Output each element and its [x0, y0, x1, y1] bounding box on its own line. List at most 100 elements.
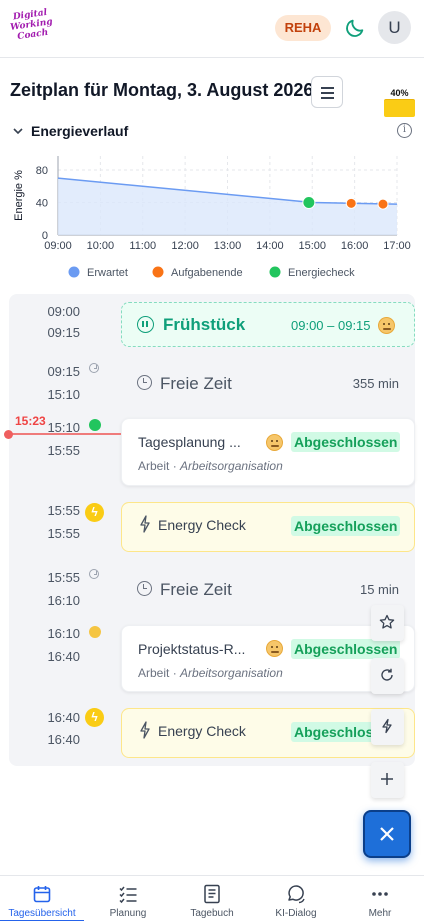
mood-emoji-icon[interactable]	[266, 434, 283, 451]
point-energiecheck	[302, 196, 316, 209]
app-logo[interactable]: Digital Working Coach	[8, 7, 57, 51]
nav-tagesuebersicht[interactable]: Tagesübersicht	[0, 876, 84, 921]
break-title: Frühstück	[163, 315, 246, 334]
break-card[interactable]: Frühstück 09:00 – 09:15	[121, 302, 415, 347]
status-badge: Abgeschlossen	[291, 639, 401, 659]
y-axis-label: Energie %	[13, 170, 25, 221]
row-start-time: 09:15	[47, 364, 80, 379]
row-end-time: 16:40	[47, 649, 80, 664]
bolt-icon	[140, 515, 150, 533]
refresh-icon	[381, 668, 393, 681]
nav-planung[interactable]: Planung	[86, 876, 170, 921]
legend-marker	[269, 266, 281, 278]
status-badge: Abgeschlossen	[291, 516, 401, 536]
y-tick-label: 0	[42, 230, 48, 242]
refresh-button[interactable]	[371, 658, 404, 694]
legend-label: Aufgabenende	[171, 267, 243, 279]
legend-label: Erwartet	[87, 267, 128, 279]
x-tick-label: 12:00	[171, 240, 199, 252]
reha-badge[interactable]: REHA	[275, 15, 331, 41]
close-fab-button[interactable]	[363, 810, 411, 858]
free-time-card[interactable]: Freie Zeit 15 min	[121, 568, 415, 610]
free-time-title: Freie Zeit	[160, 580, 232, 599]
break-time: 09:00 – 09:15	[291, 318, 371, 333]
nav-tagebuch[interactable]: Tagebuch	[170, 876, 254, 921]
battery-icon	[384, 99, 415, 117]
x-tick-label: 10:00	[87, 240, 115, 252]
moon-icon[interactable]	[344, 17, 366, 39]
close-icon	[380, 827, 394, 841]
menu-button[interactable]	[311, 76, 343, 108]
nav-mehr[interactable]: Mehr	[338, 876, 422, 921]
energy-check-title: Energy Check	[158, 723, 246, 739]
y-tick-label: 80	[36, 165, 48, 177]
favorite-button[interactable]	[371, 605, 404, 641]
mood-emoji-icon[interactable]	[266, 640, 283, 657]
pause-icon	[137, 316, 154, 333]
legend-marker	[152, 266, 164, 278]
task-title: Projektstatus-R...	[138, 641, 246, 657]
clock-icon	[137, 581, 152, 596]
nav-label: Tagesübersicht	[8, 908, 76, 919]
row-start-time: 09:00	[47, 304, 80, 319]
status-dot-yellow	[89, 626, 101, 638]
row-start-time: 15:55	[47, 503, 80, 518]
row-end-time: 15:10	[47, 387, 80, 402]
energy-check-card[interactable]: Energy Check Abgeschlossen	[121, 502, 415, 552]
checklist-icon	[119, 886, 137, 904]
status-dot-green	[89, 419, 101, 431]
row-start-time: 15:55	[47, 570, 80, 585]
nav-ki-dialog[interactable]: KI-Dialog	[254, 876, 338, 921]
row-start-time: 16:40	[47, 710, 80, 725]
top-bar: Digital Working Coach REHA U	[0, 0, 424, 58]
task-meta: Arbeit · Arbeitsorganisation	[138, 459, 283, 473]
battery-percent: 40%	[390, 88, 409, 98]
bolt-icon	[140, 721, 150, 739]
bolt-icon: ϟ	[85, 708, 104, 727]
now-label: 15:23	[15, 414, 46, 428]
chevron-down-icon[interactable]	[12, 125, 24, 137]
energy-section-label: Energieverlauf	[31, 123, 129, 139]
avatar[interactable]: U	[378, 11, 411, 44]
add-button[interactable]	[371, 762, 404, 798]
x-tick-label: 13:00	[214, 240, 242, 252]
mood-emoji-icon[interactable]	[378, 317, 395, 334]
legend-marker	[68, 266, 80, 278]
battery-indicator: 40%	[384, 88, 415, 117]
x-tick-label: 17:00	[383, 240, 411, 252]
status-badge: Abgeschlossen	[291, 432, 401, 452]
free-time-duration: 15 min	[359, 582, 399, 597]
energy-check-button[interactable]	[371, 709, 404, 745]
chat-icon	[288, 885, 305, 904]
task-card[interactable]: Tagesplanung ... Abgeschlossen Arbeit · …	[121, 418, 415, 486]
x-tick-label: 16:00	[341, 240, 369, 252]
free-time-title: Freie Zeit	[160, 374, 232, 393]
now-line	[9, 433, 121, 435]
nav-label: KI-Dialog	[275, 908, 317, 919]
star-icon	[379, 614, 395, 629]
row-end-time: 09:15	[47, 325, 80, 340]
task-subcategory: Arbeitsorganisation	[180, 459, 283, 473]
task-title: Tagesplanung ...	[138, 434, 241, 450]
free-time-card[interactable]: Freie Zeit 355 min	[121, 362, 415, 404]
energy-section-header[interactable]: Energieverlauf i	[12, 122, 412, 142]
task-category: Arbeit	[138, 459, 170, 473]
energy-chart-svg: 09:00 10:00 11:00 12:00 13:00 14:00 15:00 16:00…	[13, 156, 411, 279]
energy-chart: 09:00 10:00 11:00 12:00 13:00 14:00 15:00 16:00…	[0, 148, 424, 288]
clock-icon	[89, 363, 99, 373]
clock-icon	[89, 569, 99, 579]
free-time-duration: 355 min	[352, 376, 399, 391]
task-meta: Arbeit · Arbeitsorganisation	[138, 666, 283, 680]
row-end-time: 16:10	[47, 593, 80, 608]
row-end-time: 15:55	[47, 443, 80, 458]
task-category: Arbeit	[138, 666, 170, 680]
book-icon	[204, 884, 220, 904]
row-end-time: 15:55	[47, 526, 80, 541]
bottom-nav: Tagesübersicht Planung Tagebuch KI-Dialo…	[0, 875, 424, 921]
point-aufgabenende	[345, 197, 357, 209]
x-tick-label: 09:00	[44, 240, 72, 252]
task-subcategory: Arbeitsorganisation	[180, 666, 283, 680]
info-icon[interactable]: i	[397, 123, 412, 138]
clock-icon	[137, 375, 152, 390]
y-tick-label: 40	[36, 198, 48, 210]
